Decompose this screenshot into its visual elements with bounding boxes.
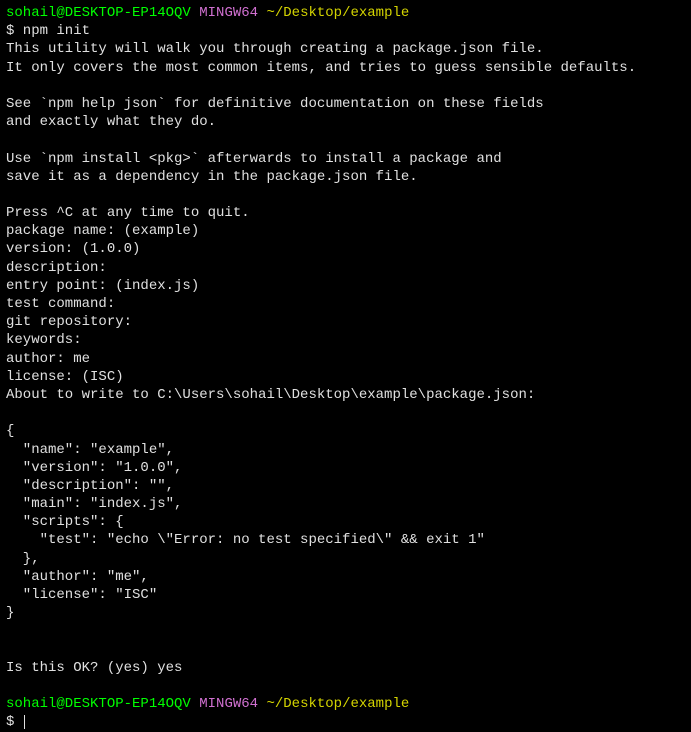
json-output: "version": "1.0.0", xyxy=(6,459,685,477)
cwd-path: ~/Desktop/example xyxy=(266,5,409,21)
output-text: save it as a dependency in the package.j… xyxy=(6,168,685,186)
json-output: { xyxy=(6,422,685,440)
output-text xyxy=(6,404,685,422)
json-output: "name": "example", xyxy=(6,441,685,459)
command-line: $ npm init xyxy=(6,22,685,40)
output-text: About to write to C:\Users\sohail\Deskto… xyxy=(6,386,685,404)
command-input-line[interactable]: $ xyxy=(6,713,685,731)
prompt-package-name: package name: (example) xyxy=(6,222,685,240)
output-text: and exactly what they do. xyxy=(6,113,685,131)
output-text xyxy=(6,131,685,149)
json-output: }, xyxy=(6,550,685,568)
prompt-version: version: (1.0.0) xyxy=(6,240,685,258)
json-output: "license": "ISC" xyxy=(6,586,685,604)
prompt-entry-point: entry point: (index.js) xyxy=(6,277,685,295)
json-output: "main": "index.js", xyxy=(6,495,685,513)
output-text xyxy=(6,677,685,695)
prompt-dollar: $ xyxy=(6,714,23,730)
json-output: "scripts": { xyxy=(6,513,685,531)
mingw-label: MINGW64 xyxy=(199,696,258,712)
user-host: sohail@DESKTOP-EP14OQV xyxy=(6,696,191,712)
json-output: "description": "", xyxy=(6,477,685,495)
output-text xyxy=(6,77,685,95)
mingw-label: MINGW64 xyxy=(199,5,258,21)
terminal-output[interactable]: sohail@DESKTOP-EP14OQV MINGW64 ~/Desktop… xyxy=(6,4,685,732)
cursor-icon xyxy=(24,715,25,729)
prompt-confirm: Is this OK? (yes) yes xyxy=(6,659,685,677)
output-text: Use `npm install <pkg>` afterwards to in… xyxy=(6,150,685,168)
output-text: It only covers the most common items, an… xyxy=(6,59,685,77)
output-text: This utility will walk you through creat… xyxy=(6,40,685,58)
prompt-author: author: me xyxy=(6,350,685,368)
output-text xyxy=(6,622,685,640)
prompt-keywords: keywords: xyxy=(6,331,685,349)
prompt-line-1: sohail@DESKTOP-EP14OQV MINGW64 ~/Desktop… xyxy=(6,4,685,22)
json-output: "test": "echo \"Error: no test specified… xyxy=(6,531,685,549)
output-text: See `npm help json` for definitive docum… xyxy=(6,95,685,113)
output-text xyxy=(6,186,685,204)
output-text xyxy=(6,641,685,659)
user-host: sohail@DESKTOP-EP14OQV xyxy=(6,5,191,21)
prompt-test-command: test command: xyxy=(6,295,685,313)
prompt-git-repository: git repository: xyxy=(6,313,685,331)
output-text: Press ^C at any time to quit. xyxy=(6,204,685,222)
json-output: } xyxy=(6,604,685,622)
json-output: "author": "me", xyxy=(6,568,685,586)
cwd-path: ~/Desktop/example xyxy=(266,696,409,712)
prompt-license: license: (ISC) xyxy=(6,368,685,386)
prompt-description: description: xyxy=(6,259,685,277)
